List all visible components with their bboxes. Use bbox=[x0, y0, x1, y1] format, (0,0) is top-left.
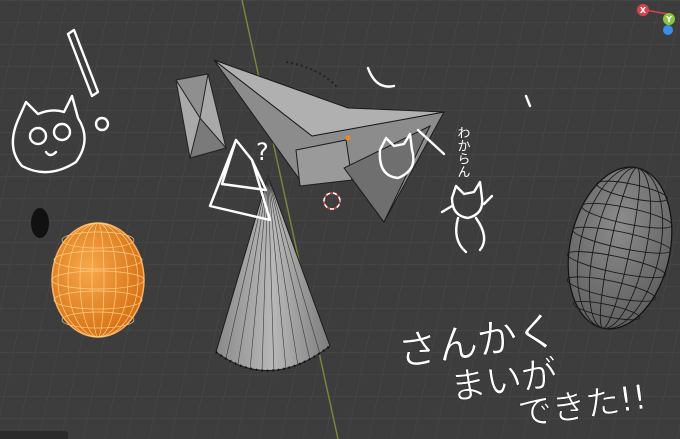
gizmo-x-label: X bbox=[640, 6, 647, 15]
3d-viewport[interactable]: X Y ? わからん さんかく まいが できた!! bbox=[0, 0, 680, 439]
uv-sphere-selected[interactable] bbox=[51, 222, 145, 338]
viewport-canvas[interactable]: X Y ? わからん さんかく まいが できた!! bbox=[0, 0, 680, 439]
gizmo-z-axis[interactable] bbox=[663, 25, 673, 35]
svg-text:わからん: わからん bbox=[455, 126, 471, 178]
wakaran-text: わからん bbox=[455, 126, 471, 178]
status-bar-corner bbox=[0, 431, 68, 439]
small-dark-object[interactable] bbox=[31, 208, 49, 238]
question-mark-text: ? bbox=[256, 138, 269, 166]
gizmo-y-label: Y bbox=[665, 15, 672, 24]
origin-point bbox=[345, 135, 351, 141]
